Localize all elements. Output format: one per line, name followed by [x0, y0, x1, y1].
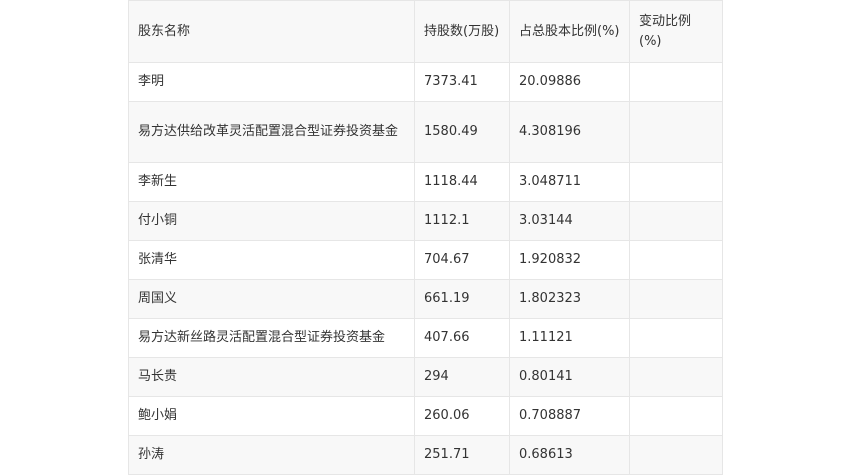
- cell-shares-held: 704.67: [414, 240, 510, 280]
- cell-shareholder-name: 易方达供给改革灵活配置混合型证券投资基金: [128, 101, 415, 163]
- cell-change-ratio: [629, 201, 723, 241]
- table-header: 股东名称 持股数(万股) 占总股本比例(%) 变动比例(%): [128, 0, 723, 63]
- cell-share-ratio: 0.80141: [509, 357, 630, 397]
- cell-shareholder-name: 孙涛: [128, 435, 415, 475]
- cell-shareholder-name: 张清华: [128, 240, 415, 280]
- cell-share-ratio: 1.11121: [509, 318, 630, 358]
- cell-change-ratio: [629, 396, 723, 436]
- cell-share-ratio: 3.03144: [509, 201, 630, 241]
- cell-shares-held: 1112.1: [414, 201, 510, 241]
- table-row: 马长贵 294 0.80141: [128, 357, 723, 397]
- table-row: 李明 7373.41 20.09886: [128, 62, 723, 102]
- cell-share-ratio: 20.09886: [509, 62, 630, 102]
- cell-shareholder-name: 易方达新丝路灵活配置混合型证券投资基金: [128, 318, 415, 358]
- cell-shares-held: 294: [414, 357, 510, 397]
- table-row: 孙涛 251.71 0.68613: [128, 435, 723, 475]
- cell-change-ratio: [629, 162, 723, 202]
- cell-shareholder-name: 鲍小娟: [128, 396, 415, 436]
- table-body: 李明 7373.41 20.09886 易方达供给改革灵活配置混合型证券投资基金…: [128, 62, 723, 475]
- cell-change-ratio: [629, 318, 723, 358]
- header-shares-held: 持股数(万股): [414, 0, 510, 63]
- cell-share-ratio: 4.308196: [509, 101, 630, 163]
- cell-share-ratio: 0.68613: [509, 435, 630, 475]
- cell-shares-held: 1118.44: [414, 162, 510, 202]
- cell-shareholder-name: 李明: [128, 62, 415, 102]
- table-row: 张清华 704.67 1.920832: [128, 240, 723, 280]
- shareholder-table: 股东名称 持股数(万股) 占总股本比例(%) 变动比例(%) 李明 7373.4…: [128, 0, 723, 475]
- table-row: 李新生 1118.44 3.048711: [128, 162, 723, 202]
- table-row: 易方达供给改革灵活配置混合型证券投资基金 1580.49 4.308196: [128, 101, 723, 163]
- cell-change-ratio: [629, 435, 723, 475]
- cell-shareholder-name: 付小铜: [128, 201, 415, 241]
- cell-shares-held: 260.06: [414, 396, 510, 436]
- cell-change-ratio: [629, 279, 723, 319]
- cell-change-ratio: [629, 101, 723, 163]
- table-row: 付小铜 1112.1 3.03144: [128, 201, 723, 241]
- header-row: 股东名称 持股数(万股) 占总股本比例(%) 变动比例(%): [128, 0, 723, 63]
- cell-share-ratio: 0.708887: [509, 396, 630, 436]
- cell-shares-held: 7373.41: [414, 62, 510, 102]
- header-share-ratio: 占总股本比例(%): [509, 0, 630, 63]
- cell-change-ratio: [629, 62, 723, 102]
- header-change-ratio: 变动比例(%): [629, 0, 723, 63]
- shareholder-table-container: 股东名称 持股数(万股) 占总股本比例(%) 变动比例(%) 李明 7373.4…: [128, 0, 723, 475]
- table-row: 周国义 661.19 1.802323: [128, 279, 723, 319]
- cell-shares-held: 251.71: [414, 435, 510, 475]
- header-shareholder-name: 股东名称: [128, 0, 415, 63]
- cell-share-ratio: 1.802323: [509, 279, 630, 319]
- cell-change-ratio: [629, 240, 723, 280]
- table-row: 鲍小娟 260.06 0.708887: [128, 396, 723, 436]
- table-row: 易方达新丝路灵活配置混合型证券投资基金 407.66 1.11121: [128, 318, 723, 358]
- cell-shareholder-name: 周国义: [128, 279, 415, 319]
- cell-shares-held: 407.66: [414, 318, 510, 358]
- cell-shareholder-name: 李新生: [128, 162, 415, 202]
- cell-shares-held: 1580.49: [414, 101, 510, 163]
- cell-share-ratio: 1.920832: [509, 240, 630, 280]
- cell-change-ratio: [629, 357, 723, 397]
- cell-shareholder-name: 马长贵: [128, 357, 415, 397]
- cell-share-ratio: 3.048711: [509, 162, 630, 202]
- cell-shares-held: 661.19: [414, 279, 510, 319]
